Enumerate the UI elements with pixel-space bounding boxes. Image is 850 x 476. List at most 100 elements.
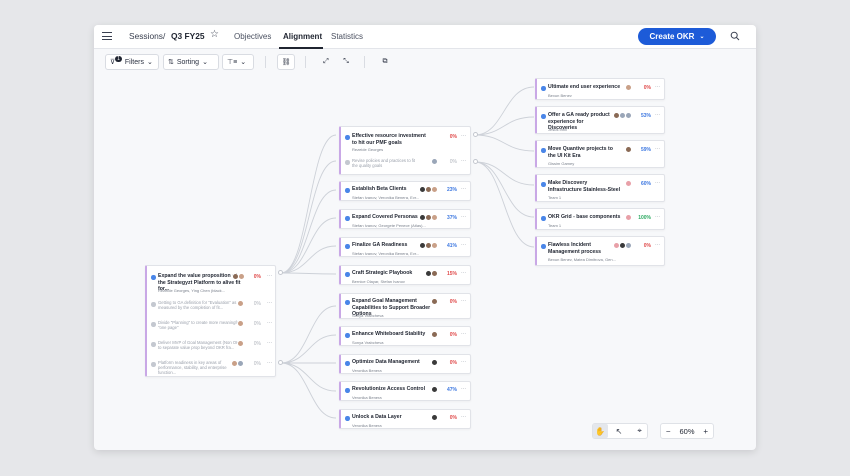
objective-card[interactable]: Optimize Data Management Veronika Benera… bbox=[339, 354, 471, 374]
zoom-in-button[interactable]: + bbox=[699, 424, 713, 438]
expand-all-button[interactable]: ⤢ bbox=[318, 54, 334, 70]
status-dot bbox=[541, 244, 546, 249]
status-dot bbox=[345, 244, 350, 249]
objective-card[interactable]: Effective resource investment to hit our… bbox=[339, 126, 471, 175]
objective-card[interactable]: Finalize GA Readiness Stefan Ivanov, Ver… bbox=[339, 237, 471, 257]
key-result-title: Deliver MVP of Goal Management (Non OKR)… bbox=[158, 340, 244, 351]
more-options-icon[interactable]: ··· bbox=[267, 300, 272, 306]
collapse-icon: ⤡ bbox=[343, 58, 349, 65]
objective-card[interactable]: Flawless Incident Management process Bex… bbox=[535, 236, 665, 266]
objective-card[interactable]: Move Quantive projects to the UI Kit Era… bbox=[535, 140, 665, 168]
link-button[interactable]: ⛓ bbox=[277, 54, 295, 70]
objective-card[interactable]: Craft Strategic Playbook Bernice Olayar,… bbox=[339, 265, 471, 285]
more-options-icon[interactable]: ··· bbox=[655, 214, 660, 220]
connector-port[interactable] bbox=[278, 360, 283, 365]
more-options-icon[interactable]: ··· bbox=[461, 331, 466, 337]
objective-card[interactable]: Unlock a Data Layer Veronika Benera 0% ·… bbox=[339, 409, 471, 429]
more-options-icon[interactable]: ··· bbox=[655, 146, 660, 152]
export-button[interactable]: ⧉ bbox=[377, 54, 393, 70]
objective-owners: Jesus Infill bbox=[548, 127, 567, 132]
tab-statistics[interactable]: Statistics bbox=[331, 32, 363, 41]
avatar bbox=[625, 214, 632, 221]
status-dot bbox=[345, 216, 350, 221]
layout-button[interactable]: ⊤≡ ⌄ bbox=[222, 54, 254, 70]
objective-card[interactable]: Establish Beta Clients Stefan Ivanov, Ve… bbox=[339, 181, 471, 201]
hamburger-menu-icon[interactable] bbox=[102, 32, 112, 42]
canvas-mode-toolbar: ✋ ↖ ⌖ bbox=[592, 423, 648, 439]
more-options-icon[interactable]: ··· bbox=[267, 320, 272, 326]
filters-button[interactable]: ⊽ 1 Filters ⌄ bbox=[105, 54, 159, 70]
objective-owners: Bernice Olayar, Stefan Ivanov bbox=[352, 279, 405, 284]
objective-owners: Veronika Benera bbox=[352, 368, 382, 373]
objective-card[interactable]: Make Discovery Infrastructure Stainless-… bbox=[535, 174, 665, 202]
more-options-icon[interactable]: ··· bbox=[461, 214, 466, 220]
objective-title: Finalize GA Readiness bbox=[352, 242, 408, 248]
objective-card[interactable]: Ultimate end user experience Bexun Benev… bbox=[535, 78, 665, 100]
filters-count-badge: 1 bbox=[115, 56, 122, 62]
objective-card[interactable]: Enhance Whiteboard Stability Sonya Vrabc… bbox=[339, 326, 471, 346]
progress-value: 47% bbox=[446, 387, 457, 393]
collapse-all-button[interactable]: ⤡ bbox=[338, 54, 354, 70]
key-result-title: Revise policies and practices to fit the… bbox=[352, 158, 416, 169]
status-dot bbox=[345, 361, 350, 366]
create-okr-button[interactable]: Create OKR ⌄ bbox=[638, 28, 716, 45]
more-options-icon[interactable]: ··· bbox=[461, 414, 466, 420]
objective-owners: Veronika Benera bbox=[352, 423, 382, 428]
more-options-icon[interactable]: ··· bbox=[267, 340, 272, 346]
more-options-icon[interactable]: ··· bbox=[461, 386, 466, 392]
progress-value: 0% bbox=[449, 360, 457, 366]
avatar bbox=[431, 386, 438, 393]
progress-value: 0% bbox=[449, 299, 457, 305]
zoom-out-button[interactable]: − bbox=[661, 424, 675, 438]
more-options-icon[interactable]: ··· bbox=[461, 186, 466, 192]
connector-port[interactable] bbox=[473, 132, 478, 137]
objective-card[interactable]: Offer a GA ready product experience for … bbox=[535, 106, 665, 134]
avatar bbox=[431, 214, 438, 221]
more-options-icon[interactable]: ··· bbox=[267, 360, 272, 366]
objective-owners: Rezeide Georges, Ying Chen (black... bbox=[158, 288, 225, 293]
recenter-icon[interactable]: ⌖ bbox=[632, 424, 647, 438]
key-result-row[interactable]: Getting to GA definition for "Evaluation… bbox=[151, 300, 272, 314]
objective-card[interactable]: Expand Covered Personas Stefan Ivanov, G… bbox=[339, 209, 471, 229]
progress-value: 59% bbox=[640, 147, 651, 153]
more-options-icon[interactable]: ··· bbox=[461, 298, 466, 304]
search-icon[interactable] bbox=[730, 31, 740, 41]
star-icon[interactable]: ☆ bbox=[210, 29, 219, 40]
more-options-icon[interactable]: ··· bbox=[655, 180, 660, 186]
objective-card[interactable]: Expand Goal Management Capabilities to S… bbox=[339, 293, 471, 319]
more-options-icon[interactable]: ··· bbox=[655, 112, 660, 118]
connector-port[interactable] bbox=[473, 159, 478, 164]
connector-port[interactable] bbox=[278, 270, 283, 275]
objective-card[interactable]: Revolutionize Access Control Veronika Be… bbox=[339, 381, 471, 401]
progress-value: 0% bbox=[253, 361, 261, 367]
key-result-row[interactable]: Revise policies and practices to fit the… bbox=[345, 158, 466, 172]
more-options-icon[interactable]: ··· bbox=[267, 273, 272, 279]
objective-card-root[interactable]: Expand the value proposition of the Stra… bbox=[145, 265, 276, 377]
tab-objectives[interactable]: Objectives bbox=[234, 32, 271, 41]
more-options-icon[interactable]: ··· bbox=[461, 270, 466, 276]
more-options-icon[interactable]: ··· bbox=[655, 84, 660, 90]
more-options-icon[interactable]: ··· bbox=[461, 359, 466, 365]
hand-tool-icon[interactable]: ✋ bbox=[593, 424, 608, 438]
sorting-button[interactable]: ⇅ Sorting ⌄ bbox=[163, 54, 219, 70]
objective-title: Flawless Incident Management process bbox=[548, 242, 602, 255]
key-result-row[interactable]: Deliver MVP of Goal Management (Non OKR)… bbox=[151, 340, 272, 354]
key-result-row[interactable]: Divide "Planning" to create more meaning… bbox=[151, 320, 272, 334]
more-options-icon[interactable]: ··· bbox=[461, 133, 466, 139]
expand-icon: ⤢ bbox=[323, 58, 329, 65]
objective-card[interactable]: OKR Grid - base components Team 1 100% ·… bbox=[535, 208, 665, 230]
tab-alignment[interactable]: Alignment bbox=[283, 32, 322, 41]
more-options-icon[interactable]: ··· bbox=[461, 158, 466, 164]
avatar bbox=[431, 186, 438, 193]
chevron-down-icon: ⌄ bbox=[240, 59, 247, 66]
more-options-icon[interactable]: ··· bbox=[655, 242, 660, 248]
breadcrumb-sessions[interactable]: Sessions bbox=[129, 31, 163, 41]
more-options-icon[interactable]: ··· bbox=[461, 242, 466, 248]
select-tool-icon[interactable]: ↖ bbox=[612, 424, 627, 438]
objective-title: Establish Beta Clients bbox=[352, 186, 407, 192]
key-result-row[interactable]: Platform readiness in key areas of perfo… bbox=[151, 360, 272, 375]
avatar bbox=[431, 359, 438, 366]
objective-owners: Stefan Ivanov, Veronika Benera, Evr... bbox=[352, 251, 420, 256]
breadcrumb-current-session[interactable]: Q3 FY25 bbox=[171, 31, 205, 41]
progress-value: 0% bbox=[449, 159, 457, 165]
